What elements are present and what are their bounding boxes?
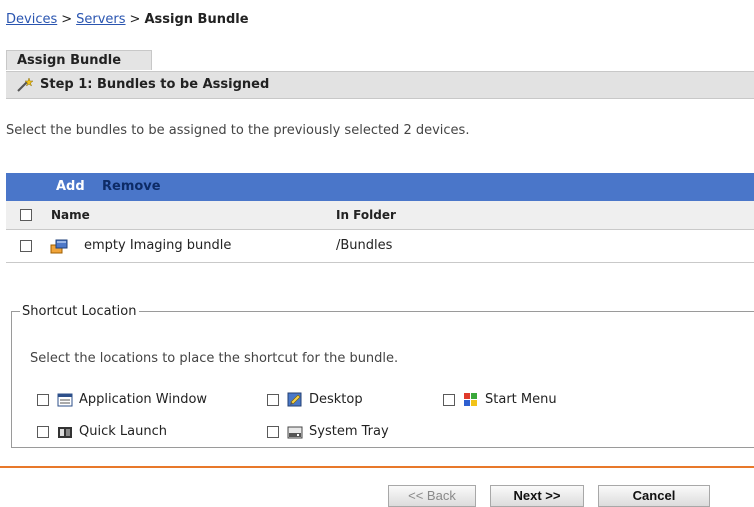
bundle-name[interactable]: empty Imaging bundle: [84, 238, 231, 253]
breadcrumb: Devices > Servers > Assign Bundle: [6, 12, 249, 27]
table-row: empty Imaging bundle /Bundles: [6, 230, 754, 263]
cancel-button[interactable]: Cancel: [598, 485, 710, 507]
application-window-label: Application Window: [79, 392, 208, 407]
column-header-folder[interactable]: In Folder: [336, 208, 396, 222]
start-menu-icon: [463, 392, 479, 408]
next-button[interactable]: Next >>: [490, 485, 584, 507]
table-header-row: Name In Folder: [6, 201, 754, 230]
breadcrumb-link-servers[interactable]: Servers: [76, 12, 125, 27]
shortcut-location-legend: Shortcut Location: [22, 304, 137, 319]
start-menu-checkbox[interactable]: [443, 394, 455, 406]
footer-divider: [0, 466, 754, 468]
remove-button[interactable]: Remove: [102, 179, 161, 194]
quick-launch-label: Quick Launch: [79, 424, 167, 439]
start-menu-label: Start Menu: [485, 392, 557, 407]
breadcrumb-link-devices[interactable]: Devices: [6, 12, 57, 27]
bundle-folder: /Bundles: [336, 238, 393, 253]
shortcut-description: Select the locations to place the shortc…: [30, 351, 399, 366]
tab-strip: Assign Bundle: [6, 50, 754, 71]
row-checkbox[interactable]: [20, 240, 32, 252]
desktop-label: Desktop: [309, 392, 363, 407]
system-tray-icon: [287, 424, 303, 440]
application-window-icon: [57, 392, 73, 408]
breadcrumb-current: Assign Bundle: [144, 12, 249, 27]
tab-assign-bundle: Assign Bundle: [6, 50, 152, 70]
wizard-wand-icon: [16, 77, 34, 93]
add-button[interactable]: Add: [56, 179, 85, 194]
shortcut-location-group: Shortcut Location Select the locations t…: [11, 304, 754, 448]
quick-launch-icon: [57, 424, 73, 440]
intro-text: Select the bundles to be assigned to the…: [6, 123, 470, 138]
system-tray-label: System Tray: [309, 424, 389, 439]
step-title: Step 1: Bundles to be Assigned: [40, 77, 270, 92]
desktop-checkbox[interactable]: [267, 394, 279, 406]
back-button[interactable]: << Back: [388, 485, 476, 507]
step-header: Step 1: Bundles to be Assigned: [6, 71, 754, 99]
breadcrumb-separator: >: [61, 12, 73, 27]
quick-launch-checkbox[interactable]: [37, 426, 49, 438]
bundles-table: Add Remove Name In Folder empty Imaging …: [6, 173, 754, 263]
desktop-icon: [287, 392, 303, 408]
system-tray-checkbox[interactable]: [267, 426, 279, 438]
table-action-bar: Add Remove: [6, 173, 754, 201]
bundle-icon: [50, 238, 68, 254]
application-window-checkbox[interactable]: [37, 394, 49, 406]
column-header-name[interactable]: Name: [51, 208, 90, 222]
breadcrumb-separator: >: [129, 12, 141, 27]
select-all-checkbox[interactable]: [20, 209, 32, 221]
